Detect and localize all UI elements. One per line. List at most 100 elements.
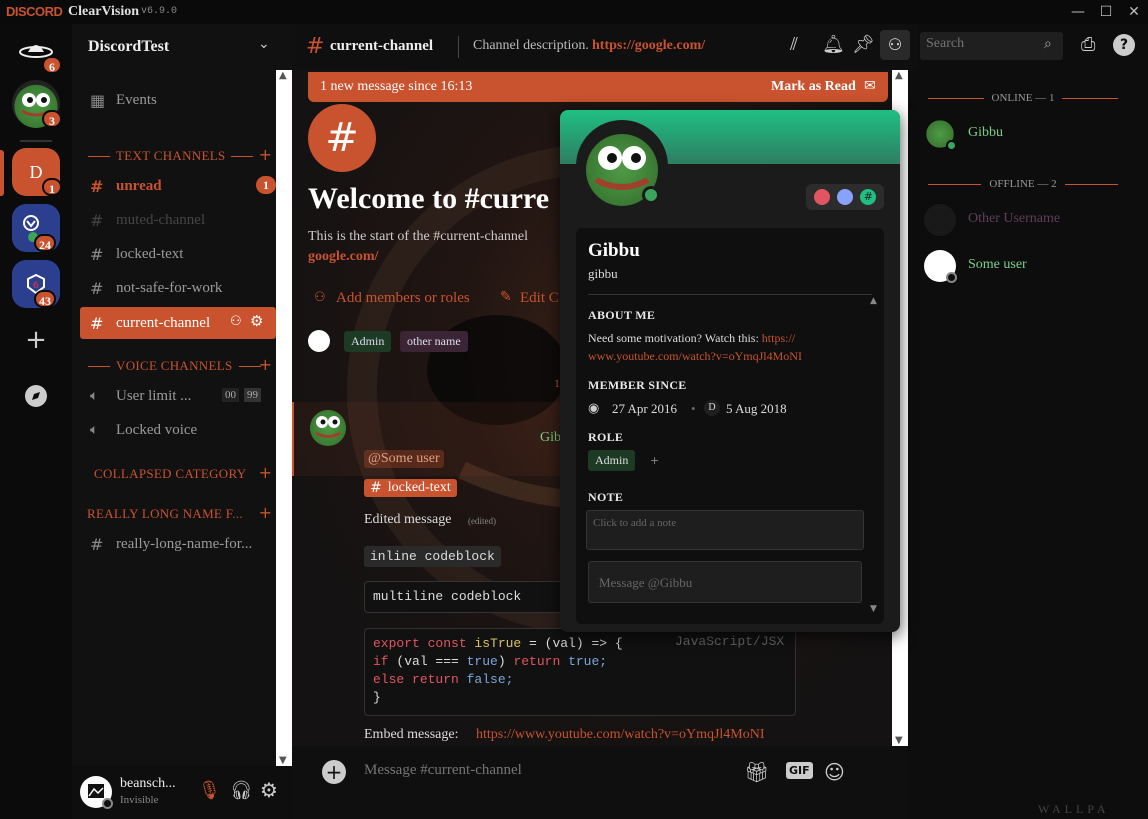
avatar[interactable]: [80, 776, 113, 809]
hashtag-icon: #: [370, 480, 382, 496]
gif-button[interactable]: GIF: [786, 762, 813, 779]
speaker-icon: 🔈︎: [90, 388, 99, 404]
category-long[interactable]: REALLY LONG NAME F...: [87, 506, 267, 522]
about-link[interactable]: https://: [762, 331, 795, 345]
gear-icon[interactable]: ⚙: [250, 312, 263, 330]
add-voice-channel-button[interactable]: +: [259, 355, 272, 374]
channel-current[interactable]: # current-channel ⚇ ⚙: [80, 307, 276, 339]
sticker-icon[interactable]: ☺: [824, 760, 845, 784]
server-overwatch[interactable]: 24: [12, 204, 60, 252]
user-status: Invisible: [120, 794, 159, 806]
role-other-tag[interactable]: other name: [400, 331, 468, 352]
channel-locked[interactable]: # locked-text: [80, 240, 276, 268]
voice-locked[interactable]: 🔈︎ Locked voice: [80, 416, 276, 444]
message-composer: + 🎁︎ GIF ☺: [292, 746, 908, 819]
scroll-down-icon[interactable]: ▼: [870, 604, 877, 614]
category-long-label: REALLY LONG NAME F...: [87, 506, 243, 521]
settings-gear-icon[interactable]: ⚙: [260, 778, 278, 802]
channel-nsfw[interactable]: # not-safe-for-work: [80, 274, 276, 302]
add-long-channel-button[interactable]: +: [259, 503, 272, 522]
code-language: JavaScript/JSX: [675, 634, 785, 649]
category-text[interactable]: TEXT CHANNELS: [88, 148, 268, 164]
category-collapsed-label: COLLAPSED CATEGORY: [94, 466, 247, 481]
invite-icon[interactable]: ⚇: [230, 314, 242, 329]
search-input[interactable]: [926, 36, 1036, 52]
mark-as-read-button[interactable]: Mark as Read: [771, 79, 856, 95]
minimize-button[interactable]: —: [1068, 2, 1088, 22]
channel-scrollbar[interactable]: ▲ ▼: [276, 70, 292, 766]
embed-link[interactable]: https://www.youtube.com/watch?v=oYmqJl4M…: [476, 727, 765, 743]
channel-hashtag-icon: #: [308, 104, 376, 172]
headphones-icon[interactable]: 🎧︎: [230, 780, 253, 801]
category-voice[interactable]: VOICE CHANNELS: [88, 358, 268, 374]
edit-channel-button[interactable]: Edit C: [520, 290, 559, 307]
welcome-link[interactable]: google.com/: [308, 249, 378, 265]
inbox-icon[interactable]: ⎙: [1081, 34, 1095, 55]
add-role-button[interactable]: +: [650, 454, 659, 467]
bell-icon[interactable]: 🔔︎: [822, 34, 845, 55]
unread-badge: 1: [256, 176, 276, 194]
popout-divider: [588, 294, 872, 295]
new-messages-bar[interactable]: 1 new message since 16:13 Mark as Read ✉: [308, 72, 888, 102]
category-collapsed[interactable]: COLLAPSED CATEGORY: [94, 466, 274, 482]
add-members-button[interactable]: Add members or roles: [336, 290, 470, 307]
voice-user-limit[interactable]: 🔈︎ User limit ... 00 99: [80, 382, 276, 410]
welcome-title: Welcome to #curre: [308, 182, 550, 215]
pin-icon[interactable]: 📌︎: [852, 34, 875, 55]
add-server-button[interactable]: +: [12, 316, 60, 364]
home-button[interactable]: 6: [12, 26, 62, 74]
close-button[interactable]: ✕: [1124, 2, 1144, 22]
mute-mic-icon[interactable]: 🎙︎: [198, 780, 221, 801]
popout-avatar[interactable]: [576, 120, 668, 212]
message-input[interactable]: [364, 762, 724, 779]
scroll-up-icon[interactable]: ▲: [870, 296, 877, 306]
events-item[interactable]: ▦ Events: [80, 86, 276, 114]
server-d[interactable]: D 1: [12, 148, 62, 196]
channel-muted[interactable]: # muted-channel: [80, 206, 276, 234]
threads-icon[interactable]: ⫽: [790, 34, 798, 55]
role-admin-tag[interactable]: Admin: [344, 331, 392, 352]
member-avatar[interactable]: [924, 204, 956, 236]
members-icon[interactable]: ⚇: [880, 30, 910, 60]
category-voice-label: VOICE CHANNELS: [116, 358, 233, 373]
note-heading: NOTE: [588, 490, 624, 504]
popout-message-field[interactable]: Message @Gibbu: [588, 561, 862, 603]
guild-name[interactable]: DiscordTest: [88, 38, 169, 56]
server-pepe[interactable]: 3: [12, 80, 62, 128]
description-link[interactable]: https://google.com/: [592, 38, 705, 54]
user-mention[interactable]: @Some user: [364, 450, 444, 468]
hashtag-badge-icon[interactable]: #: [860, 189, 877, 205]
help-icon[interactable]: ?: [1113, 34, 1135, 56]
message-author[interactable]: Gib: [540, 430, 561, 446]
member-some-user[interactable]: Some user: [968, 257, 1027, 273]
gift-icon[interactable]: 🎁︎: [744, 760, 769, 784]
message-avatar[interactable]: [308, 406, 348, 446]
channel-unread[interactable]: # unread 1: [80, 172, 276, 200]
hypesquad-badge-icon[interactable]: [813, 189, 830, 205]
about-link-cont[interactable]: www.youtube.com/watch?v=oYmqJl4MoNI: [588, 349, 802, 364]
channel-mention[interactable]: # locked-text: [364, 479, 457, 497]
explore-button[interactable]: [12, 372, 60, 420]
search-box[interactable]: ⌕: [920, 32, 1063, 60]
channel-long[interactable]: # really-long-name-for...: [80, 530, 276, 558]
chevron-down-icon[interactable]: ⌄: [258, 36, 270, 52]
header-divider: [458, 36, 459, 58]
member-other-username[interactable]: Other Username: [968, 211, 1060, 227]
add-text-channel-button[interactable]: +: [259, 145, 272, 164]
channel-label: not-safe-for-work: [116, 279, 223, 296]
calendar-icon: ▦: [90, 90, 106, 110]
member-avatar[interactable]: [924, 250, 957, 283]
nitro-badge-icon[interactable]: [836, 189, 853, 205]
attach-plus-icon[interactable]: +: [322, 760, 346, 784]
add-collapsed-channel-button[interactable]: +: [259, 463, 272, 482]
note-field[interactable]: Click to add a note: [586, 510, 864, 550]
member-avatar[interactable]: [924, 118, 957, 151]
add-members-icon: ⚇: [314, 290, 326, 305]
maximize-button[interactable]: ☐: [1096, 2, 1116, 22]
user-name[interactable]: beansch...: [120, 776, 176, 792]
member-gibbu[interactable]: Gibbu: [968, 125, 1003, 141]
server-r6[interactable]: 6 43: [12, 260, 60, 308]
channel-label: User limit ...: [116, 387, 192, 404]
popout-role-admin[interactable]: Admin: [588, 450, 636, 471]
hashtag-icon: #: [306, 34, 325, 59]
